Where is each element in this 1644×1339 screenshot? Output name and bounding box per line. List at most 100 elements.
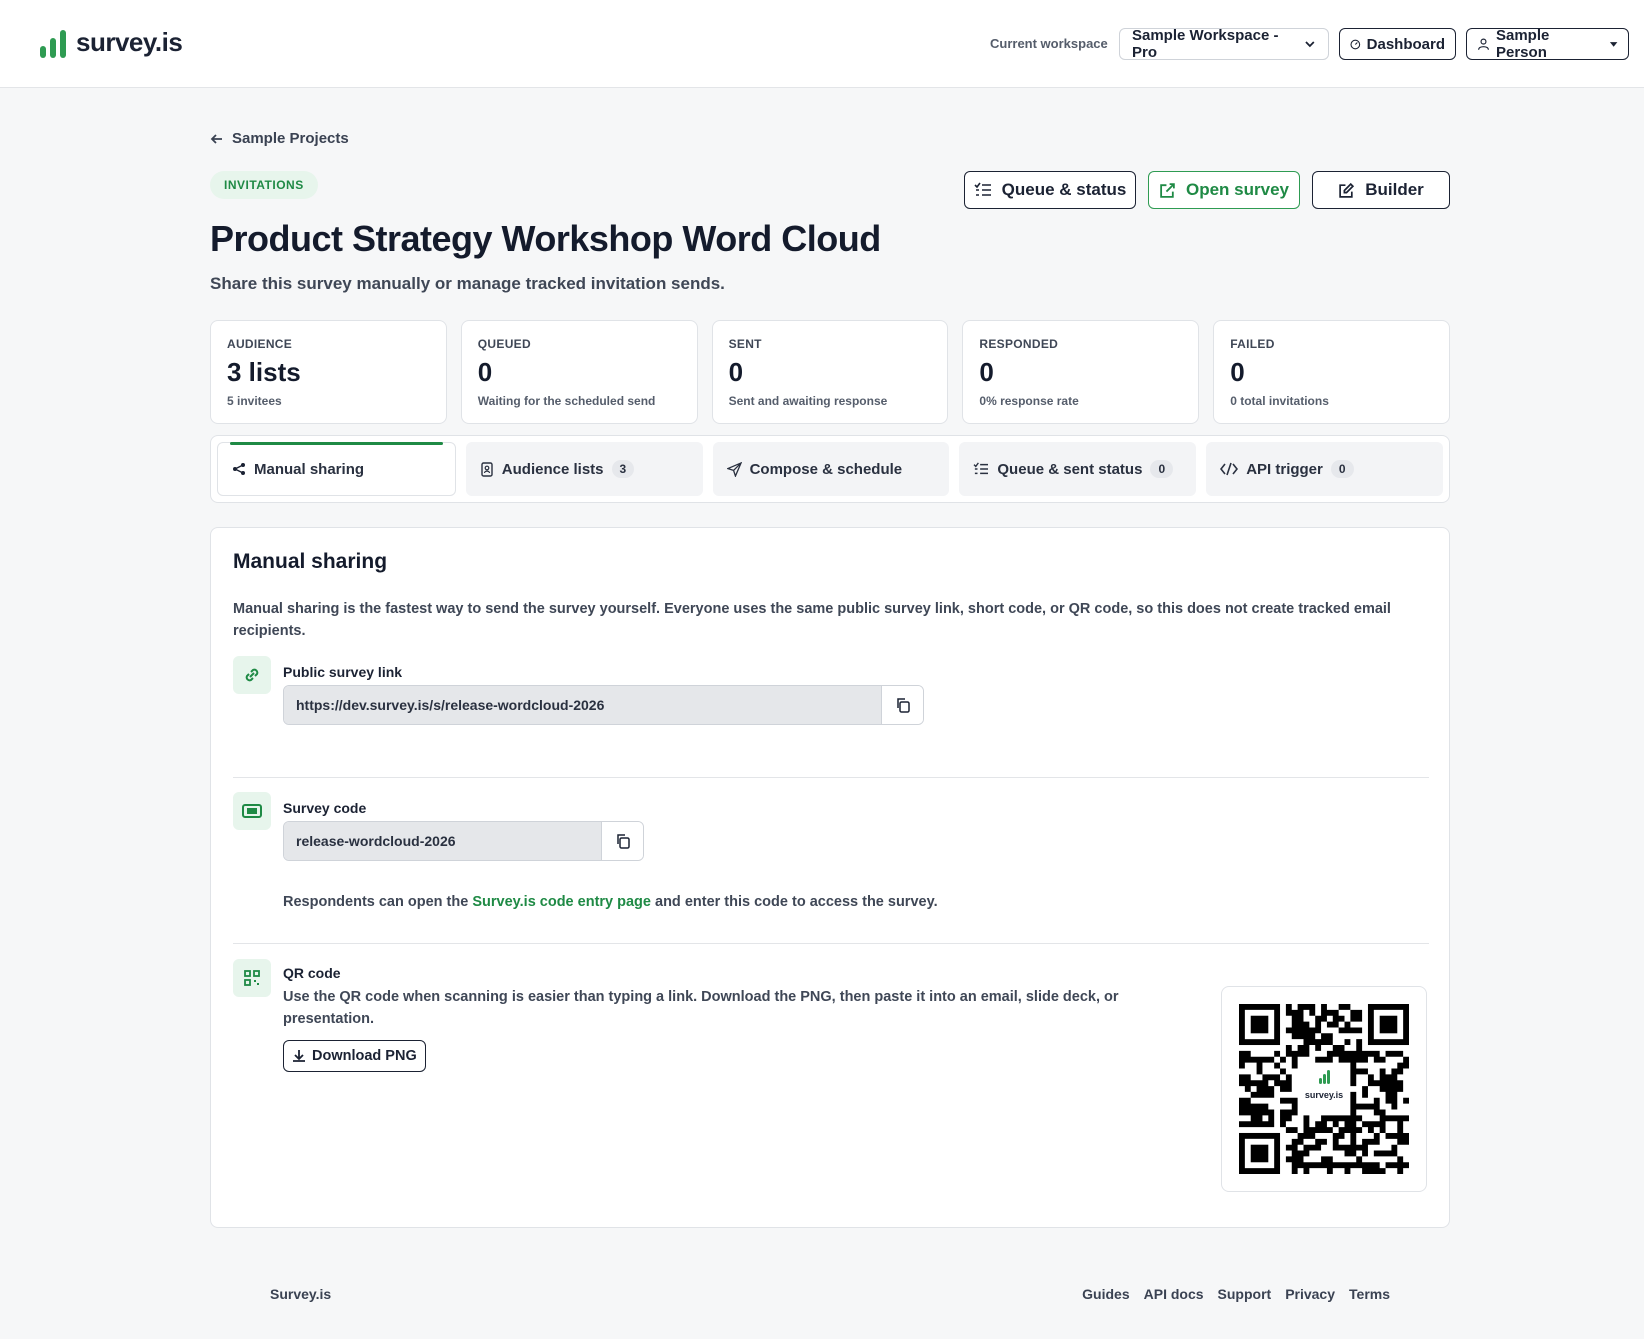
code-entry-link[interactable]: Survey.is code entry page: [472, 894, 651, 910]
top-bar: survey.is Current workspace Sample Works…: [0, 0, 1644, 88]
stat-sub: 0% response rate: [979, 394, 1079, 408]
caret-down-icon: [1609, 42, 1618, 47]
copy-code-button[interactable]: [601, 822, 643, 860]
send-icon: [726, 461, 742, 477]
open-survey-button-label: Open survey: [1186, 180, 1289, 199]
builder-button-label: Builder: [1365, 180, 1424, 199]
tab-api-trigger[interactable]: API trigger 0: [1206, 442, 1443, 496]
stat-label: RESPONDED: [979, 337, 1059, 351]
stat-card-failed: FAILED 0 0 total invitations: [1213, 320, 1450, 424]
workspace-select-value: Sample Workspace - Pro: [1132, 27, 1279, 61]
stat-label: FAILED: [1230, 337, 1275, 351]
survey-code-field[interactable]: release-wordcloud-2026: [283, 821, 644, 861]
back-link[interactable]: Sample Projects: [210, 130, 349, 147]
manual-sharing-panel: Manual sharing Manual sharing is the fas…: [210, 527, 1450, 1228]
contacts-icon: [481, 461, 493, 477]
tab-compose-schedule[interactable]: Compose & schedule: [712, 442, 950, 496]
survey-code-value[interactable]: release-wordcloud-2026: [284, 822, 601, 860]
open-survey-button[interactable]: Open survey: [1148, 171, 1300, 209]
footer-link-api-docs[interactable]: API docs: [1144, 1286, 1204, 1302]
code-help-pre: Respondents can open the: [283, 894, 473, 910]
download-png-button[interactable]: Download PNG: [283, 1040, 426, 1072]
tab-queue-sent-status[interactable]: Queue & sent status 0: [959, 442, 1197, 496]
code-help-text: Respondents can open the Survey.is code …: [283, 891, 938, 913]
code-icon: [1220, 462, 1239, 476]
stat-sub: 5 invitees: [227, 394, 282, 408]
download-icon: [293, 1050, 305, 1062]
stat-value: 0: [979, 357, 994, 387]
qr-code-image: survey.is: [1221, 986, 1427, 1192]
tab-count-badge: 0: [1330, 460, 1354, 478]
tab-label: Queue & sent status: [997, 460, 1143, 478]
chevron-down-icon: [1305, 41, 1315, 48]
tab-label: Audience lists: [501, 460, 604, 478]
footer-link-support[interactable]: Support: [1218, 1286, 1272, 1302]
edit-icon: [1339, 182, 1355, 198]
arrow-left-icon: [210, 133, 222, 144]
footer-link-terms[interactable]: Terms: [1349, 1286, 1390, 1302]
queue-status-button-label: Queue & status: [1001, 180, 1127, 199]
stat-value: 0: [728, 357, 744, 387]
stat-label: SENT: [728, 337, 762, 351]
stats-row: AUDIENCE 3 lists 5 invitees QUEUED 0 Wai…: [210, 320, 1450, 424]
builder-button[interactable]: Builder: [1312, 171, 1450, 209]
stat-value: 0: [1230, 357, 1245, 387]
tab-bar: Manual sharing Audience lists 3 Compose …: [210, 435, 1450, 503]
stat-value: 3 lists: [227, 357, 301, 387]
ticket-icon: [233, 792, 271, 830]
stat-label: QUEUED: [477, 337, 531, 351]
queue-status-button[interactable]: Queue & status: [964, 171, 1136, 209]
qr-icon: [233, 959, 271, 997]
copy-icon: [896, 698, 910, 713]
tab-label: Compose & schedule: [749, 460, 903, 478]
back-link-label: Sample Projects: [232, 130, 349, 147]
survey-code-label: Survey code: [283, 800, 367, 816]
panel-title: Manual sharing: [233, 550, 388, 573]
download-png-label: Download PNG: [312, 1048, 417, 1064]
section-pill: INVITATIONS: [210, 171, 318, 199]
copy-link-button[interactable]: [881, 686, 923, 724]
list-icon: [973, 462, 989, 475]
dashboard-gauge-icon: [1350, 39, 1361, 49]
qr-description: Use the QR code when scanning is easier …: [283, 989, 1119, 1027]
stat-card-queued: QUEUED 0 Waiting for the scheduled send: [460, 320, 698, 424]
list-check-icon: [974, 182, 991, 196]
tab-label: Manual sharing: [254, 460, 365, 478]
public-link-label: Public survey link: [283, 664, 403, 680]
code-help-post: and enter this code to access the survey…: [650, 894, 938, 910]
stat-sub: Sent and awaiting response: [728, 394, 888, 408]
logo-bars-icon: [40, 28, 66, 58]
footer-links: Guides API docs Support Privacy Terms: [1082, 1286, 1390, 1302]
qr-code-label: QR code: [283, 965, 341, 981]
logo[interactable]: survey.is: [40, 27, 183, 58]
tab-count-badge: 3: [611, 460, 635, 478]
panel-description: Manual sharing is the fastest way to sen…: [233, 601, 1391, 639]
tab-label: API trigger: [1246, 460, 1323, 478]
page-title: Product Strategy Workshop Word Cloud: [210, 218, 881, 259]
public-link-value[interactable]: https://dev.survey.is/s/release-wordclou…: [284, 686, 881, 724]
stat-card-audience: AUDIENCE 3 lists 5 invitees: [210, 320, 447, 424]
stat-card-responded: RESPONDED 0 0% response rate: [962, 320, 1200, 424]
divider: [233, 943, 1429, 944]
divider: [233, 777, 1429, 778]
public-link-field[interactable]: https://dev.survey.is/s/release-wordclou…: [283, 685, 924, 725]
tab-audience-lists[interactable]: Audience lists 3: [465, 442, 703, 496]
footer-link-guides[interactable]: Guides: [1082, 1286, 1129, 1302]
copy-icon: [616, 834, 630, 849]
footer-brand[interactable]: Survey.is: [270, 1286, 331, 1302]
tab-count-badge: 0: [1150, 460, 1174, 478]
tab-manual-sharing[interactable]: Manual sharing: [217, 442, 456, 496]
dashboard-button-label: Dashboard: [1366, 35, 1445, 53]
user-menu-label: Sample Person: [1496, 27, 1550, 61]
page-subtitle: Share this survey manually or manage tra…: [210, 274, 725, 293]
stat-value: 0: [477, 357, 493, 387]
workspace-select[interactable]: Sample Workspace - Pro: [1119, 27, 1329, 61]
dashboard-button[interactable]: Dashboard: [1339, 28, 1456, 60]
stat-card-sent: SENT 0 Sent and awaiting response: [711, 320, 949, 424]
logo-text: survey.is: [76, 27, 183, 57]
user-icon: [1478, 38, 1489, 50]
footer-link-privacy[interactable]: Privacy: [1285, 1286, 1335, 1302]
qr-code-graphic: survey.is: [1239, 1004, 1409, 1174]
link-icon: [233, 656, 271, 694]
user-menu-button[interactable]: Sample Person: [1466, 27, 1629, 61]
